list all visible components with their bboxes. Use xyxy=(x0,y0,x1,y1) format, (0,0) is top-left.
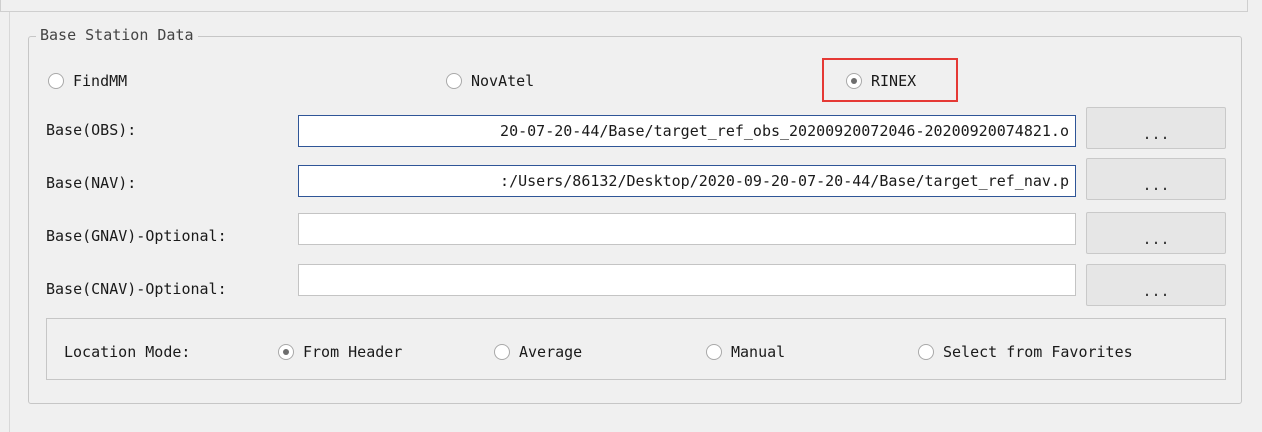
browse-gnav-button[interactable]: ... xyxy=(1086,212,1226,254)
radio-circle-icon xyxy=(48,73,64,89)
outer-panel-frame xyxy=(0,0,1248,12)
radio-manual-label: Manual xyxy=(731,343,786,361)
base-gnav-label: Base(GNAV)-Optional: xyxy=(46,227,227,245)
base-nav-label: Base(NAV): xyxy=(46,174,137,192)
radio-circle-icon xyxy=(706,344,722,360)
radio-findmm-label: FindMM xyxy=(73,72,128,90)
radio-average[interactable]: Average xyxy=(494,341,582,363)
radio-findmm[interactable]: FindMM xyxy=(48,70,127,92)
base-nav-value: :/Users/86132/Desktop/2020-09-20-07-20-4… xyxy=(500,172,1069,190)
location-mode-label: Location Mode: xyxy=(64,343,191,361)
radio-circle-icon xyxy=(494,344,510,360)
radio-average-label: Average xyxy=(519,343,583,361)
panel-divider xyxy=(9,12,10,432)
base-obs-label: Base(OBS): xyxy=(46,121,137,139)
base-nav-input[interactable]: :/Users/86132/Desktop/2020-09-20-07-20-4… xyxy=(298,165,1076,197)
radio-novatel-label: NovAtel xyxy=(471,72,535,90)
browse-obs-button[interactable]: ... xyxy=(1086,107,1226,149)
radio-manual[interactable]: Manual xyxy=(706,341,785,363)
base-obs-value: 20-07-20-44/Base/target_ref_obs_20200920… xyxy=(500,122,1069,140)
radio-select-favorites-label: Select from Favorites xyxy=(943,343,1133,361)
radio-circle-icon xyxy=(446,73,462,89)
base-cnav-label: Base(CNAV)-Optional: xyxy=(46,280,227,298)
radio-circle-icon xyxy=(918,344,934,360)
radio-dot-icon xyxy=(283,349,289,355)
radio-from-header-label: From Header xyxy=(303,343,403,361)
group-title: Base Station Data xyxy=(36,25,198,45)
browse-nav-button[interactable]: ... xyxy=(1086,158,1226,200)
base-obs-input[interactable]: 20-07-20-44/Base/target_ref_obs_20200920… xyxy=(298,115,1076,147)
base-gnav-input[interactable] xyxy=(298,213,1076,245)
base-cnav-input[interactable] xyxy=(298,264,1076,296)
radio-select-favorites[interactable]: Select from Favorites xyxy=(918,341,1133,363)
radio-from-header[interactable]: From Header xyxy=(278,341,402,363)
rinex-highlight-box xyxy=(822,58,958,102)
radio-novatel[interactable]: NovAtel xyxy=(446,70,534,92)
radio-selected-icon xyxy=(278,344,294,360)
browse-cnav-button[interactable]: ... xyxy=(1086,264,1226,306)
